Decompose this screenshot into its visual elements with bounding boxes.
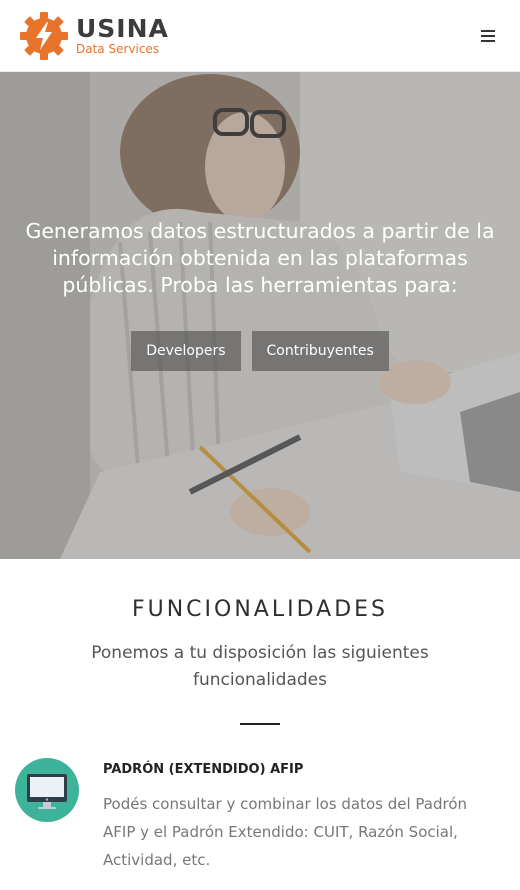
hero-banner: Generamos datos estructurados a partir d… bbox=[0, 72, 520, 559]
feature-description: Podés consultar y combinar los datos del… bbox=[103, 795, 468, 869]
hamburger-menu-icon[interactable] bbox=[478, 28, 498, 44]
feature-title: PADRÓN (EXTENDIDO) AFIP bbox=[103, 762, 304, 777]
section-divider bbox=[240, 723, 280, 725]
hero-buttons: Developers Contribuyentes bbox=[0, 331, 520, 371]
contribuyentes-button[interactable]: Contribuyentes bbox=[251, 331, 389, 371]
logo-name: USINA bbox=[76, 14, 169, 43]
site-header: USINA Data Services bbox=[0, 0, 520, 72]
feature-icon-circle bbox=[15, 758, 79, 822]
hero-headline: Generamos datos estructurados a partir d… bbox=[25, 219, 495, 297]
developers-button[interactable]: Developers bbox=[131, 331, 241, 371]
hero-overlay bbox=[0, 72, 520, 559]
logo[interactable]: USINA Data Services bbox=[18, 10, 169, 62]
gear-bolt-logo-icon bbox=[20, 11, 68, 60]
features-subtitle: Ponemos a tu disposición las siguientes … bbox=[91, 643, 429, 690]
features-title: FUNCIONALIDADES bbox=[131, 597, 389, 622]
logo-subtitle: Data Services bbox=[76, 42, 160, 56]
monitor-icon bbox=[27, 774, 67, 809]
